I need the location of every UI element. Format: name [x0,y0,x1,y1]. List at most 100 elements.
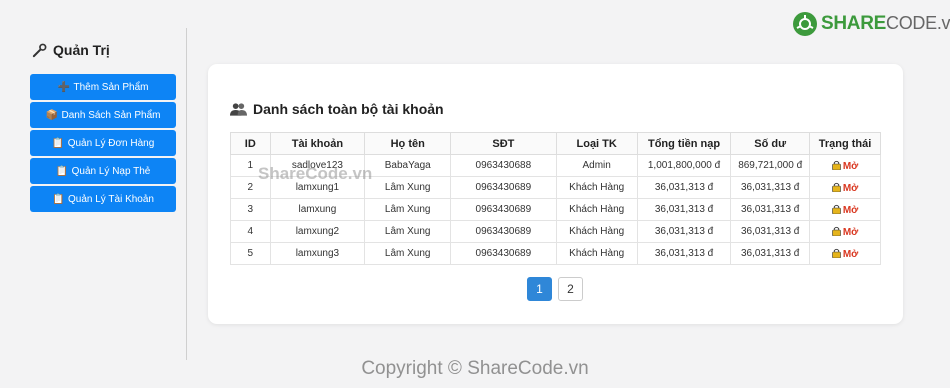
column-header[interactable]: ID [230,132,271,155]
sidebar-title-label: Quản Trị [53,42,110,58]
clipboard-icon: 📋 [51,137,65,149]
lock-icon [832,226,841,236]
table-cell: Mở [809,242,881,265]
status-label: Mở [842,160,859,172]
pagination: 12 [527,277,583,301]
sidebar-divider [186,28,187,360]
table-cell: 0963430689 [450,242,557,265]
table-cell: BabaYaga [364,154,452,177]
sidebar-item-label: Quản Lý Đơn Hàng [67,137,155,149]
wrench-icon [32,43,47,57]
table-row: 3 lamxung Lâm Xung 0963430689 Khách Hàng 36,0… [230,198,881,221]
sidebar-item-label: Danh Sách Sản Phẩm [61,109,161,121]
status-badge[interactable]: Mở [832,226,859,238]
status-badge[interactable]: Mở [832,204,859,216]
table-cell: 36,031,313 đ [636,198,732,221]
page-button-2[interactable]: 2 [558,277,583,301]
table-cell: 0963430689 [450,176,557,199]
table-cell: 36,031,313 đ [636,220,732,243]
column-header[interactable]: SĐT [450,132,557,155]
status-label: Mở [842,182,859,194]
sidebar-item-3[interactable]: 📋 Quản Lý Nạp Thẻ [30,158,176,184]
table-cell: 36,031,313 đ [636,242,732,265]
table-cell: Khách Hàng [555,176,638,199]
table-cell: 36,031,313 đ [730,220,811,243]
page-title: Danh sách toàn bộ tài khoản [230,101,444,117]
table-cell: sadlove123 [269,154,366,177]
status-label: Mở [842,226,859,238]
table-cell: lamxung [269,198,366,221]
table-row: 2 lamxung1 Lâm Xung 0963430689 Khách Hàng 36,… [230,176,881,199]
status-badge[interactable]: Mở [832,160,859,172]
table-cell: 36,031,313 đ [636,176,732,199]
table-cell: Lâm Xung [364,198,452,221]
column-header[interactable]: Tổng tiền nạp [636,132,732,155]
table-header-row: ID Tài khoản Họ tên SĐT Loại TK Tổng tiền nạp… [230,132,881,155]
sidebar-item-label: Quản Lý Nạp Thẻ [71,165,151,177]
table-row: 1 sadlove123 BabaYaga 0963430688 Admin 1,001,… [230,154,881,177]
clipboard-icon: 📋 [55,165,69,177]
table-cell: 4 [230,220,271,243]
table-cell: 0963430689 [450,198,557,221]
logo-primary: SHARE [821,13,887,34]
sidebar-item-4[interactable]: 📋 Quản Lý Tài Khoản [30,186,176,212]
page-button-1[interactable]: 1 [527,277,552,301]
table-cell: 1,001,800,000 đ [636,154,732,177]
logo-text: SHARECODE.vn [821,13,950,35]
copyright-text: Copyright © ShareCode.vn [361,358,589,379]
page-title-label: Danh sách toàn bộ tài khoản [253,101,444,117]
table-cell: Mở [809,154,881,177]
box-icon: 📦 [45,109,58,121]
sidebar: Quản Trị ➕ Thêm Sản Phẩm 📦 Danh Sách Sản Ph… [0,0,187,388]
table-cell: Khách Hàng [555,242,638,265]
table-row: 4 lamxung2 Lâm Xung 0963430689 Khách Hàng 36,… [230,220,881,243]
table-cell: 36,031,313 đ [730,242,811,265]
table-cell: 3 [230,198,271,221]
table-cell: 1 [230,154,271,177]
lock-icon [832,248,841,258]
plus-icon: ➕ [57,81,70,93]
table-cell: lamxung2 [269,220,366,243]
status-label: Mở [842,204,859,216]
status-badge[interactable]: Mở [832,248,859,260]
table-cell: Mở [809,198,881,221]
accounts-table: ID Tài khoản Họ tên SĐT Loại TK Tổng tiền nạp… [230,132,881,265]
column-header[interactable]: Tài khoản [269,132,366,155]
column-header[interactable]: Số dư [730,132,811,155]
sidebar-item-label: Thêm Sản Phẩm [73,81,149,93]
sidebar-item-2[interactable]: 📋 Quản Lý Đơn Hàng [30,130,176,156]
sidebar-item-1[interactable]: 📦 Danh Sách Sản Phẩm [30,102,176,128]
status-badge[interactable]: Mở [832,182,859,194]
sidebar-menu: ➕ Thêm Sản Phẩm 📦 Danh Sách Sản Phẩm 📋 Quản L… [30,74,176,214]
clipboard-icon: 📋 [52,193,65,205]
table-body: 1 sadlove123 BabaYaga 0963430688 Admin 1,001,… [230,154,881,265]
sharecode-logo[interactable]: SHARECODE.vn [792,11,950,37]
table-cell: Mở [809,220,881,243]
sidebar-title: Quản Trị [32,42,110,58]
logo-secondary: CODE.vn [886,13,950,33]
table-cell: Mở [809,176,881,199]
table-row: 5 lamxung3 Lâm Xung 0963430689 Khách Hàng 36,… [230,242,881,265]
status-label: Mở [842,248,859,260]
sidebar-item-label: Quản Lý Tài Khoản [68,193,154,205]
lock-icon [832,204,841,214]
table-cell: Lâm Xung [364,176,452,199]
table-cell: 5 [230,242,271,265]
logo-icon [793,12,817,36]
lock-icon [832,182,841,192]
users-icon [230,103,247,116]
table-cell: Lâm Xung [364,220,452,243]
table-cell: Admin [555,154,638,177]
table-cell: 0963430688 [450,154,557,177]
table-cell: 36,031,313 đ [730,198,811,221]
sidebar-item-0[interactable]: ➕ Thêm Sản Phẩm [30,74,176,100]
column-header[interactable]: Loại TK [555,132,638,155]
lock-icon [832,160,841,170]
column-header[interactable]: Trạng thái [809,132,881,155]
column-header[interactable]: Họ tên [364,132,452,155]
table-cell: 0963430689 [450,220,557,243]
table-cell: 2 [230,176,271,199]
table-cell: Lâm Xung [364,242,452,265]
table-cell: Khách Hàng [555,220,638,243]
table-cell: lamxung3 [269,242,366,265]
